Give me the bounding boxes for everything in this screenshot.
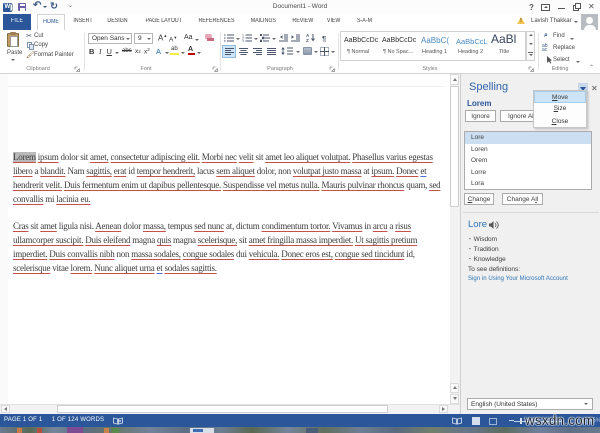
svg-text:3: 3 (242, 40, 244, 42)
svg-text:Z: Z (306, 38, 309, 43)
